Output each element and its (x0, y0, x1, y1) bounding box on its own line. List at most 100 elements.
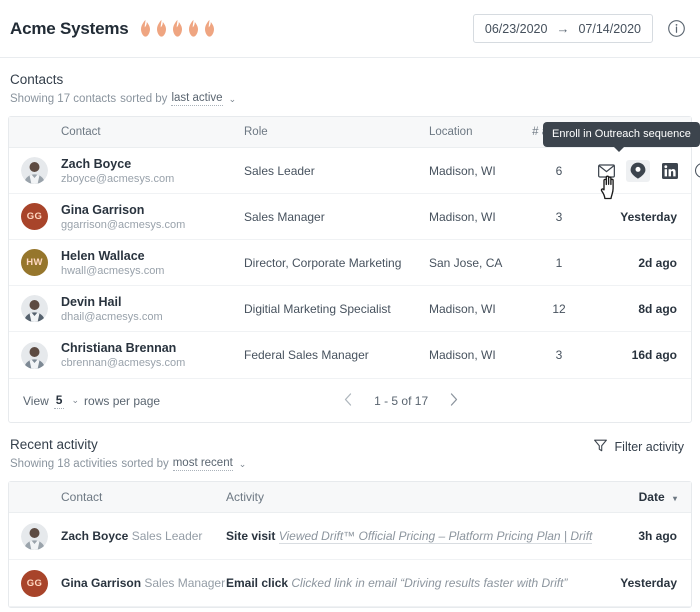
date-range-arrow-icon: → (556, 21, 569, 36)
table-row[interactable]: GGGina Garrisonggarrison@acmesys.comSale… (9, 194, 691, 240)
last-active-text: 8d ago (638, 302, 677, 316)
chevron-down-icon[interactable]: ⌄ (229, 94, 237, 105)
page-navigation: 1 - 5 of 17 (344, 393, 458, 409)
rows-per-page-label: rows per page (84, 394, 160, 408)
date-range-end[interactable]: 07/14/2020 (578, 22, 641, 36)
outreach-tooltip: Enroll in Outreach sequence (543, 122, 700, 147)
column-header-location[interactable]: Location (429, 126, 524, 138)
linkedin-icon[interactable] (658, 160, 682, 182)
app-page: Acme Systems 06/23/2020 → 07/14/2020 Con… (0, 0, 700, 612)
column-header-contact[interactable]: Contact (61, 126, 244, 138)
date-range-picker[interactable]: 06/23/2020 → 07/14/2020 (473, 14, 653, 43)
chevron-left-icon[interactable] (344, 393, 352, 409)
avatar (21, 157, 48, 184)
activities-count-cell: 3 (524, 210, 594, 224)
avatar-cell: GG (9, 203, 61, 230)
top-bar-right: 06/23/2020 → 07/14/2020 (473, 14, 686, 43)
last-active-text: Yesterday (620, 210, 677, 224)
contact-cell[interactable]: Christiana Brennan cbrennan@acmesys.com (61, 341, 244, 369)
activity-header-left: Recent activity Showing 18 activities so… (10, 437, 246, 471)
activities-count-cell: 6 (524, 164, 594, 178)
activity-contact-role: Sales Manager (144, 576, 225, 590)
row-right-cell: Yesterday (594, 210, 691, 224)
contacts-sort-dropdown[interactable]: last active (171, 92, 222, 106)
company-title: Acme Systems (10, 19, 129, 39)
contact-email: dhail@acmesys.com (61, 311, 244, 323)
activity-subtitle: Showing 18 activities sorted by most rec… (10, 457, 246, 471)
contacts-table-body: Zach Boyce zboyce@acmesys.comSales Leader… (9, 148, 691, 378)
info-circle-icon[interactable] (690, 160, 700, 182)
avatar: GG (21, 570, 48, 597)
activity-header: Recent activity Showing 18 activities so… (8, 423, 692, 471)
chevron-down-icon[interactable]: ⌄ (239, 459, 247, 470)
filter-activity-button[interactable]: Filter activity (593, 437, 690, 456)
contacts-subtitle: Showing 17 contacts sorted by last activ… (10, 92, 690, 106)
flame-icon (170, 19, 185, 38)
row-right-cell: 8d ago (594, 302, 691, 316)
chevron-right-icon[interactable] (450, 393, 458, 409)
view-label: View (23, 394, 49, 408)
activity-description[interactable]: Clicked link in email “Driving results f… (291, 576, 567, 590)
page-range-text: 1 - 5 of 17 (374, 394, 428, 408)
chevron-down-icon[interactable]: ⌄ (71, 395, 79, 406)
contact-cell[interactable]: Zach Boyce zboyce@acmesys.com (61, 157, 244, 185)
contact-name: Christiana Brennan (61, 341, 244, 355)
avatar: HW (21, 249, 48, 276)
table-row[interactable]: HWHelen Wallacehwall@acmesys.comDirector… (9, 240, 691, 286)
activity-section: Recent activity Showing 18 activities so… (0, 423, 700, 608)
contact-name: Helen Wallace (61, 249, 244, 263)
activity-description[interactable]: Viewed Drift™ Official Pricing – Platfor… (279, 529, 593, 544)
list-item[interactable]: GGGina Garrison Sales ManagerEmail click… (9, 560, 691, 607)
avatar (21, 295, 48, 322)
column-header-contact[interactable]: Contact (61, 490, 226, 504)
activity-detail-cell: Site visit Viewed Drift™ Official Pricin… (226, 529, 599, 543)
flame-icon (202, 19, 217, 38)
avatar-cell: HW (9, 249, 61, 276)
avatar-cell (9, 342, 61, 369)
activity-contact-cell[interactable]: Gina Garrison Sales Manager (61, 576, 226, 590)
avatar: GG (21, 203, 48, 230)
sort-descending-icon: ▾ (673, 494, 677, 503)
contact-cell[interactable]: Helen Wallacehwall@acmesys.com (61, 249, 244, 277)
list-item[interactable]: Zach Boyce Sales LeaderSite visit Viewed… (9, 513, 691, 560)
table-row[interactable]: Devin Haildhail@acmesys.comDigitial Mark… (9, 286, 691, 332)
info-circle-icon[interactable] (667, 19, 686, 38)
contacts-count-text: Showing 17 contacts (10, 93, 116, 105)
activity-table-body: Zach Boyce Sales LeaderSite visit Viewed… (9, 513, 691, 607)
date-range-start[interactable]: 06/23/2020 (485, 22, 548, 36)
contact-email: zboyce@acmesys.com (61, 173, 244, 185)
contact-email: ggarrison@acmesys.com (61, 219, 244, 231)
table-row[interactable]: Christiana Brennancbrennan@acmesys.comFe… (9, 332, 691, 378)
activity-date: Yesterday (599, 576, 691, 590)
role-cell: Sales Leader (244, 164, 429, 178)
contacts-sorted-label: sorted by (120, 93, 167, 105)
activity-sort-dropdown[interactable]: most recent (173, 457, 233, 471)
activity-sorted-label: sorted by (121, 458, 168, 470)
flame-icon (138, 19, 153, 38)
activities-count-cell: 1 (524, 256, 594, 270)
column-header-activity[interactable]: Activity (226, 490, 599, 504)
last-active-text: 2d ago (638, 256, 677, 270)
flame-icon (186, 19, 201, 38)
contact-name: Devin Hail (61, 295, 244, 309)
activity-date: 3h ago (599, 529, 691, 543)
row-right-cell: 2d ago (594, 256, 691, 270)
avatar-cell (9, 295, 61, 322)
contact-cell[interactable]: Gina Garrisonggarrison@acmesys.com (61, 203, 244, 231)
column-header-date[interactable]: Date ▾ (599, 490, 691, 504)
activity-contact-name: Zach Boyce (61, 529, 128, 543)
column-header-date-label: Date (639, 490, 665, 504)
table-row[interactable]: Zach Boyce zboyce@acmesys.comSales Leader… (9, 148, 691, 194)
column-header-role[interactable]: Role (244, 126, 429, 138)
location-cell: Madison, WI (429, 302, 524, 316)
top-bar: Acme Systems 06/23/2020 → 07/14/2020 (0, 0, 700, 58)
activity-contact-cell[interactable]: Zach Boyce Sales Leader (61, 529, 226, 543)
outreach-icon[interactable] (626, 160, 650, 182)
contacts-pagination: View 5 ⌄ rows per page 1 - 5 of 17 (9, 378, 691, 422)
contact-cell[interactable]: Devin Hail dhail@acmesys.com (61, 295, 244, 323)
filter-activity-label: Filter activity (615, 440, 684, 454)
rows-per-page-value[interactable]: 5 (54, 393, 65, 409)
rows-per-page-control: View 5 ⌄ rows per page (23, 393, 160, 409)
contact-name: Zach Boyce (61, 157, 244, 171)
contact-email: cbrennan@acmesys.com (61, 357, 244, 369)
